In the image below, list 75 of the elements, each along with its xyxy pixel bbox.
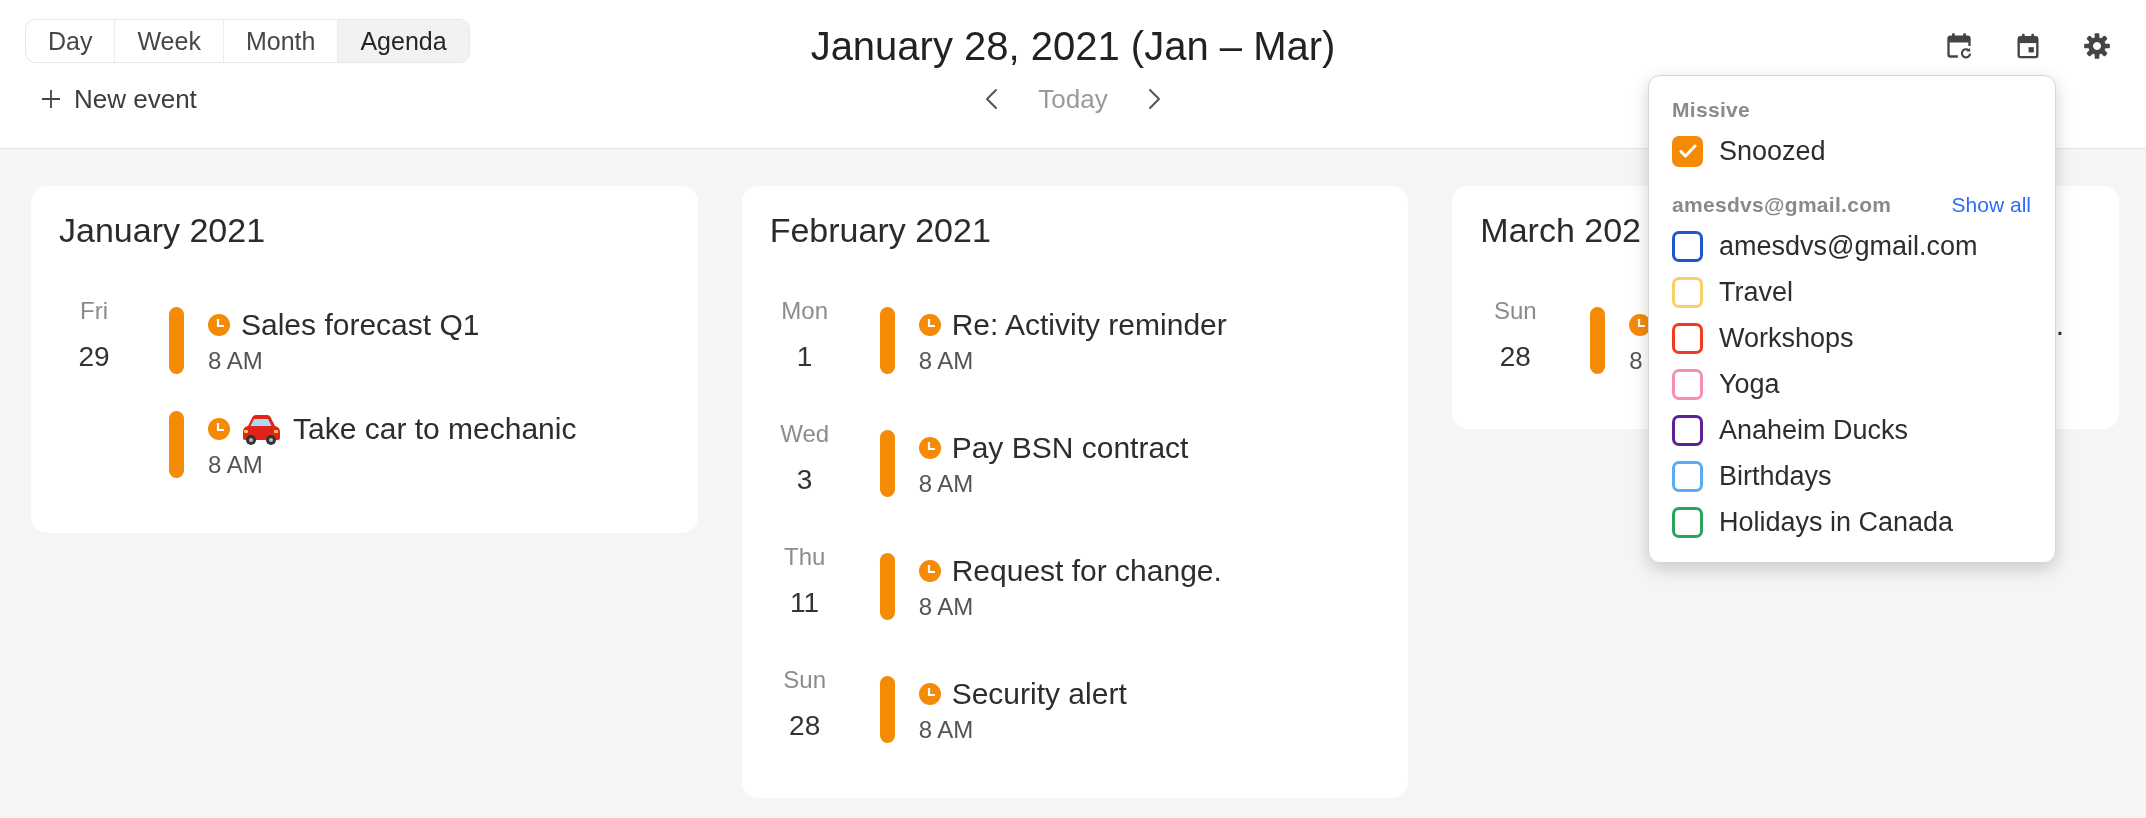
chevron-right-icon (1147, 88, 1162, 110)
calendar-name: Workshops (1719, 322, 1854, 354)
calendar-checkbox[interactable] (1672, 230, 1703, 262)
calendar-name: Holidays in Canada (1719, 506, 1954, 538)
event-time: 8 AM (918, 348, 974, 374)
calendar-checkbox[interactable] (1672, 460, 1703, 492)
month-title: March 202 (1480, 210, 1641, 251)
event-bar (879, 430, 895, 497)
clock-icon (918, 683, 941, 705)
weekday-label: Wed (779, 419, 831, 448)
view-tab[interactable]: Day (26, 20, 115, 62)
event-time: 8 AM (918, 471, 974, 497)
gear-icon (2083, 32, 2111, 60)
event-title[interactable]: . (2055, 307, 2064, 343)
calendar-name: amesdvs@gmail.com (1719, 230, 1978, 262)
day-number: 1 (795, 340, 814, 374)
event-title[interactable]: Request for change. (951, 553, 1222, 589)
clock-icon (918, 560, 941, 582)
section-heading: Missive (1672, 97, 1750, 124)
view-tab[interactable]: Week (114, 20, 223, 62)
plus-icon (41, 89, 61, 109)
event-title[interactable]: Sales forecast Q1 (241, 307, 480, 343)
day-number: 29 (77, 340, 111, 374)
event-title[interactable]: Security alert (951, 676, 1127, 712)
calendar-checkbox[interactable] (1672, 368, 1703, 400)
calendar-checkbox[interactable] (1672, 414, 1703, 446)
month-title: February 2021 (769, 210, 991, 251)
clock-icon (918, 437, 941, 459)
event-bar (1590, 307, 1606, 374)
calendar-refresh-icon (1945, 32, 1973, 60)
day-number: 3 (795, 463, 814, 497)
event-title[interactable]: Pay BSN contract (951, 430, 1189, 466)
calendar-name: Travel (1719, 276, 1793, 308)
event-time: 8 AM (208, 452, 263, 478)
clock-icon (208, 314, 230, 336)
weekday-label: Sun (782, 665, 827, 694)
day-number: 28 (1498, 340, 1532, 374)
calendar-checkbox[interactable] (1672, 135, 1703, 167)
next-button[interactable] (1147, 88, 1162, 110)
event-time: 8 (1629, 348, 1643, 374)
event-bar (169, 411, 184, 478)
calendar-checkbox[interactable] (1672, 506, 1703, 538)
day-number: 28 (788, 709, 822, 743)
weekday-label: Thu (782, 542, 827, 571)
weekday-label: Sun (1492, 296, 1538, 325)
weekday-label: Fri (79, 296, 109, 325)
event-title[interactable]: Re: Activity reminder (951, 307, 1227, 343)
settings-button[interactable] (2083, 32, 2111, 60)
event-time: 8 AM (208, 348, 263, 374)
calendar-name: Snoozed (1719, 135, 1826, 167)
checkmark-icon (1678, 144, 1697, 158)
weekday-label: Mon (780, 296, 829, 325)
show-all-link[interactable]: Show all (1951, 189, 2031, 221)
sync-calendar-button[interactable] (1945, 32, 1973, 60)
event-bar (879, 307, 895, 374)
calendar-name: Yoga (1719, 368, 1780, 400)
clock-icon (918, 314, 941, 336)
event-time: 8 AM (918, 717, 974, 743)
event-time: 8 AM (918, 594, 974, 620)
view-tab[interactable]: Agenda (337, 20, 469, 62)
event-title[interactable]: Take car to mechanic (293, 411, 577, 447)
previous-button[interactable] (984, 88, 999, 110)
day-number: 11 (789, 586, 821, 620)
event-bar (169, 307, 184, 374)
section-heading: amesdvs@gmail.com (1672, 192, 1892, 219)
event-bar (879, 676, 895, 743)
month-title: January 2021 (59, 210, 266, 251)
new-event-button[interactable]: New event (25, 83, 197, 115)
calendar-checkbox[interactable] (1672, 322, 1703, 354)
clock-icon (208, 418, 230, 440)
chevron-left-icon (984, 88, 999, 110)
event-bar (879, 553, 895, 620)
date-range-title: January 28, 2021 (Jan – Mar) (810, 23, 1336, 70)
calendar-name: Birthdays (1719, 460, 1832, 492)
calendar-name: Anaheim Ducks (1719, 414, 1909, 446)
